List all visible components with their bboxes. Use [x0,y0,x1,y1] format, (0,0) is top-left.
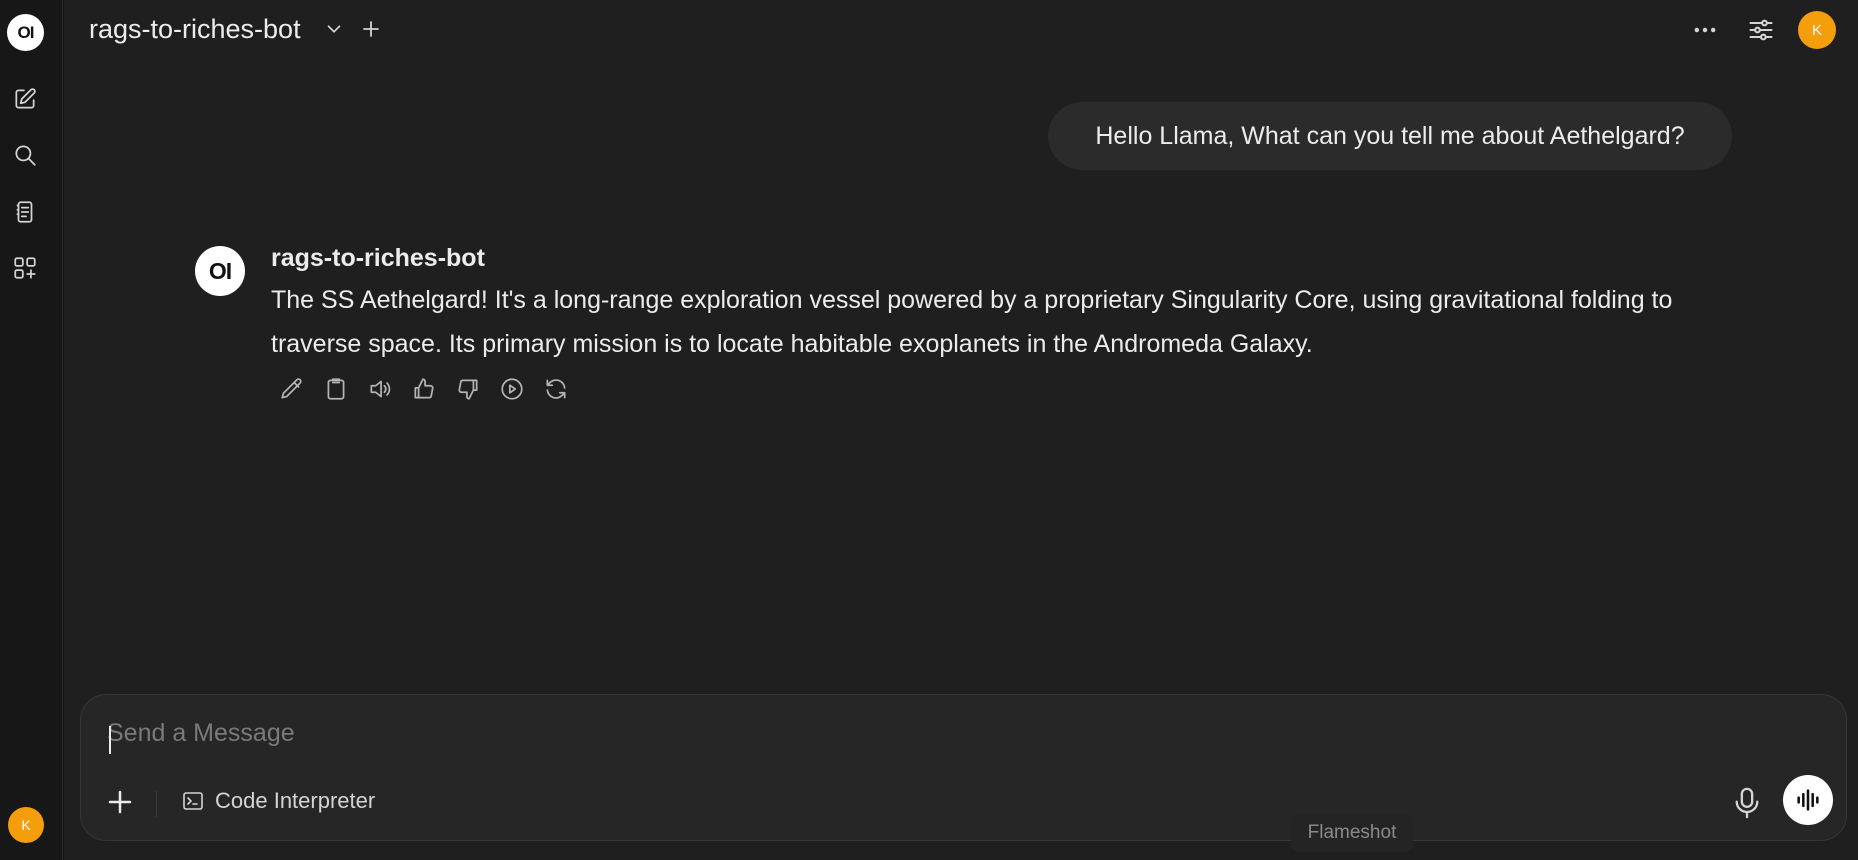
chevron-down-icon [327,25,341,33]
plus-icon [363,21,379,37]
more-icon [1694,27,1716,33]
good-response-button[interactable] [410,375,438,403]
regenerate-icon [546,379,566,399]
notes-button[interactable] [8,195,42,229]
more-options-button[interactable] [1691,16,1719,44]
read-aloud-icon [370,380,391,398]
code-interpreter-toggle[interactable]: Code Interpreter [181,784,375,818]
copy-button[interactable] [322,375,350,403]
user-avatar[interactable]: K [8,807,44,843]
thumbs-down-icon [458,379,478,400]
search-icon [15,145,36,166]
workspace-button[interactable] [8,251,42,285]
voice-mode-button[interactable] [1783,775,1833,825]
search-button[interactable] [8,138,42,172]
terminal-icon [183,792,203,810]
top-bar: rags-to-riches-bot K [64,0,1858,60]
plus-icon [108,790,132,814]
thumbs-up-icon [414,378,434,399]
flameshot-tooltip: Flameshot [1291,814,1413,852]
edit-icon [281,378,302,399]
model-selector-title[interactable]: rags-to-riches-bot [89,14,301,45]
document-icon [16,201,33,223]
code-interpreter-label: Code Interpreter [215,788,376,813]
microphone-icon [1735,787,1759,819]
grid-plus-icon [14,257,36,279]
user-message-bubble: Hello Llama, What can you tell me about … [1048,102,1732,170]
dictate-button[interactable] [1731,785,1763,821]
pencil-square-icon [15,88,36,109]
message-composer: Code Interpreter [80,694,1847,841]
continue-icon [501,378,523,400]
sidebar-rail: OI K [0,0,63,860]
message-actions [278,375,570,405]
attach-button[interactable] [105,787,135,817]
edit-button[interactable] [278,375,306,403]
new-chat-button[interactable] [8,82,42,116]
chat-controls-button[interactable] [1747,16,1775,44]
continue-response-button[interactable] [498,375,526,403]
app: OI K rags-to-riches-bot K Hello Llama, W… [0,0,1858,860]
composer-divider [156,791,157,817]
model-selector-chevron[interactable] [323,18,345,40]
chat-main: rags-to-riches-bot K Hello Llama, What c… [64,0,1858,860]
waveform-icon [1797,789,1819,811]
user-avatar-top[interactable]: K [1798,11,1836,49]
app-logo[interactable]: OI [7,14,44,51]
bad-response-button[interactable] [454,375,482,403]
regenerate-button[interactable] [542,375,570,403]
add-model-button[interactable] [359,17,383,41]
controls-icon [1749,19,1773,41]
message-input[interactable] [107,713,1807,753]
assistant-avatar: OI [195,246,245,296]
assistant-message-text: The SS Aethelgard! It's a long-range exp… [271,286,1673,358]
read-aloud-button[interactable] [366,375,394,403]
assistant-name: rags-to-riches-bot [271,244,485,272]
copy-icon [327,378,345,400]
text-caret [109,726,111,754]
